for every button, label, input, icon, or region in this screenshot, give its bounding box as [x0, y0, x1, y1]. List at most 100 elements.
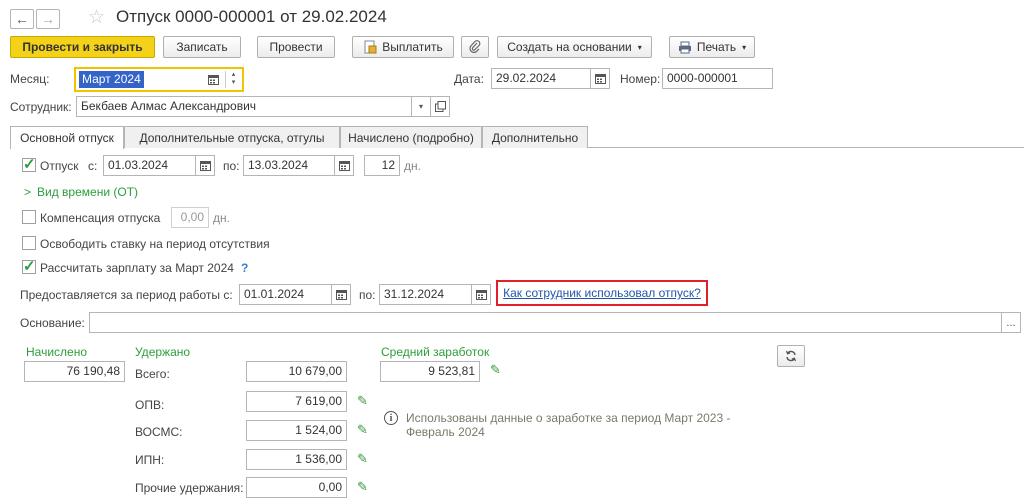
- calendar-icon: [475, 290, 487, 300]
- stepper-up-icon[interactable]: ▴: [226, 71, 241, 79]
- open-window-icon: [434, 101, 446, 112]
- vosms-value[interactable]: 1 524,00: [246, 420, 347, 441]
- help-icon[interactable]: ?: [241, 261, 248, 275]
- calendar-icon: [207, 75, 219, 85]
- withheld-total-label: Всего:: [135, 367, 170, 381]
- vacation-from-label: с:: [88, 159, 98, 173]
- edit-vosms-pencil-icon[interactable]: ✎: [357, 422, 368, 438]
- month-field[interactable]: Март 2024 ▴ ▾: [74, 67, 244, 92]
- basis-select-button[interactable]: ...: [1001, 312, 1021, 333]
- print-button-label: Печать: [696, 40, 737, 54]
- average-earnings-value: 9 523,81: [380, 361, 480, 382]
- date-calendar-button[interactable]: [590, 68, 610, 89]
- document-pay-icon: [364, 40, 377, 54]
- other-withholdings-value[interactable]: 0,00: [246, 477, 347, 498]
- withheld-total-value: 10 679,00: [246, 361, 347, 382]
- tab-main-vacation[interactable]: Основной отпуск: [10, 126, 124, 149]
- favorite-star-icon[interactable]: ☆: [88, 6, 105, 29]
- employee-dropdown-button[interactable]: ▾: [411, 96, 431, 117]
- arrow-right-icon: →: [41, 11, 55, 27]
- month-input[interactable]: Март 2024: [79, 71, 144, 88]
- attach-button[interactable]: [461, 36, 489, 58]
- month-calendar-button[interactable]: [204, 71, 222, 88]
- dropdown-arrow-icon: ▾: [637, 42, 642, 52]
- work-period-label: Предоставляется за период работы с:: [20, 288, 233, 302]
- post-and-close-button[interactable]: Провести и закрыть: [10, 36, 155, 58]
- dropdown-arrow-icon: ▾: [742, 42, 747, 52]
- month-label: Месяц:: [10, 72, 50, 86]
- edit-other-pencil-icon[interactable]: ✎: [357, 479, 368, 495]
- earnings-period-info: Использованы данные о заработке за перио…: [406, 411, 731, 439]
- calendar-icon: [594, 74, 606, 84]
- refresh-button[interactable]: [777, 345, 805, 367]
- vacation-from-input[interactable]: 01.03.2024: [103, 155, 196, 176]
- vosms-label: ВОСМС:: [135, 425, 183, 439]
- vacation-history-link[interactable]: Как сотрудник использовал отпуск?: [496, 280, 708, 306]
- work-period-from-input[interactable]: 01.01.2024: [239, 284, 332, 305]
- tab-additional[interactable]: Дополнительно: [482, 126, 588, 148]
- compensation-checkbox[interactable]: [22, 210, 36, 224]
- calendar-icon: [335, 290, 347, 300]
- calc-salary-label: Рассчитать зарплату за Март 2024: [40, 261, 234, 275]
- work-period-to-input[interactable]: 31.12.2024: [379, 284, 472, 305]
- date-label: Дата:: [454, 72, 484, 86]
- vacation-days-unit: дн.: [404, 159, 421, 173]
- withheld-label: Удержано: [135, 345, 191, 359]
- month-stepper[interactable]: ▴ ▾: [225, 71, 241, 88]
- edit-average-pencil-icon[interactable]: ✎: [490, 362, 501, 378]
- number-input[interactable]: 0000-000001: [662, 68, 773, 89]
- work-period-to-calendar-button[interactable]: [471, 284, 491, 305]
- edit-ipn-pencil-icon[interactable]: ✎: [357, 451, 368, 467]
- compensation-label: Компенсация отпуска: [40, 211, 161, 225]
- work-period-from-calendar-button[interactable]: [331, 284, 351, 305]
- date-input[interactable]: 29.02.2024: [491, 68, 591, 89]
- edit-opv-pencil-icon[interactable]: ✎: [357, 393, 368, 409]
- compensation-days-unit: дн.: [213, 211, 230, 225]
- time-type-label: Вид времени (ОТ): [37, 185, 139, 199]
- save-button[interactable]: Записать: [163, 36, 241, 58]
- employee-input[interactable]: Бекбаев Алмас Александрович: [76, 96, 412, 117]
- vacation-checkbox[interactable]: [22, 155, 36, 173]
- average-earnings-label: Средний заработок: [381, 345, 490, 359]
- info-icon: i: [384, 411, 398, 425]
- page-title: Отпуск 0000-000001 от 29.02.2024: [116, 7, 387, 26]
- ipn-value[interactable]: 1 536,00: [246, 449, 347, 470]
- ipn-label: ИПН:: [135, 453, 165, 467]
- calendar-icon: [338, 161, 350, 171]
- print-button[interactable]: Печать ▾: [669, 36, 755, 58]
- back-button[interactable]: ←: [10, 9, 34, 29]
- employee-label: Сотрудник:: [10, 100, 72, 114]
- forward-button[interactable]: →: [36, 9, 60, 29]
- vacation-label: Отпуск: [40, 159, 79, 173]
- chevron-right-icon: >: [24, 185, 32, 199]
- refresh-icon: [785, 350, 797, 362]
- paperclip-icon: [469, 40, 481, 53]
- vacation-to-calendar-button[interactable]: [334, 155, 354, 176]
- vacation-to-label: по:: [223, 159, 240, 173]
- tab-accrued-detailed[interactable]: Начислено (подробно): [340, 126, 482, 148]
- calc-salary-checkbox[interactable]: [22, 257, 36, 275]
- basis-label: Основание:: [20, 316, 85, 330]
- basis-input[interactable]: [89, 312, 1002, 333]
- release-rate-checkbox[interactable]: [22, 236, 36, 250]
- opv-label: ОПВ:: [135, 398, 165, 412]
- work-period-to-label: по:: [359, 288, 376, 302]
- employee-open-button[interactable]: [430, 96, 450, 117]
- printer-icon: [678, 41, 691, 53]
- stepper-down-icon[interactable]: ▾: [226, 79, 241, 87]
- tab-bar: Основной отпуск Дополнительные отпуска, …: [10, 126, 1024, 149]
- vacation-history-link-text: Как сотрудник использовал отпуск?: [503, 286, 701, 300]
- create-based-on-button[interactable]: Создать на основании ▾: [497, 36, 652, 58]
- time-type-toggle[interactable]: > Вид времени (ОТ): [24, 185, 138, 199]
- vacation-to-input[interactable]: 13.03.2024: [243, 155, 335, 176]
- tab-additional-vacations[interactable]: Дополнительные отпуска, отгулы: [124, 126, 340, 148]
- pay-button[interactable]: Выплатить: [352, 36, 454, 58]
- vacation-days-input[interactable]: 12: [364, 155, 400, 176]
- create-based-on-label: Создать на основании: [507, 40, 632, 54]
- post-button[interactable]: Провести: [257, 36, 335, 58]
- compensation-days-input[interactable]: 0,00: [171, 207, 209, 228]
- opv-value[interactable]: 7 619,00: [246, 391, 347, 412]
- accrued-label: Начислено: [26, 345, 88, 359]
- vacation-from-calendar-button[interactable]: [195, 155, 215, 176]
- accrued-value: 76 190,48: [24, 361, 125, 382]
